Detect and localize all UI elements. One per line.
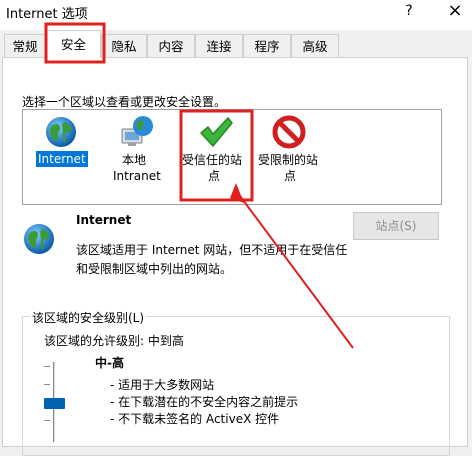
- sites-button[interactable]: 站点(S): [353, 212, 439, 240]
- level-bullet: - 适用于大多数网站: [110, 378, 215, 392]
- level-bullet: - 在下载潜在的不安全内容之前提示: [110, 395, 299, 409]
- green-check-icon: [198, 115, 234, 152]
- zone-label-intranet-line1: 本地: [122, 153, 147, 167]
- selected-zone-globe-icon: [22, 222, 56, 259]
- zone-instruction: 选择一个区域以查看或更改安全设置。: [22, 95, 227, 109]
- globe-icon: [44, 115, 78, 152]
- tab-content[interactable]: 内容: [147, 34, 195, 57]
- zone-label-trusted-line1: 受信任的站: [182, 153, 243, 167]
- red-no-entry-icon: [272, 115, 306, 152]
- tab-general[interactable]: 常规: [4, 34, 46, 57]
- zone-restricted-sites[interactable]: 受限制的站 点: [256, 115, 326, 185]
- zone-local-intranet[interactable]: 本地 Intranet: [108, 115, 168, 185]
- zone-label-restricted-line2: 点: [284, 169, 297, 183]
- close-button[interactable]: ×: [440, 0, 470, 24]
- intranet-globe-icon: [120, 115, 156, 152]
- allowed-levels-text: 该区域的允许级别: 中到高: [44, 334, 184, 348]
- tab-privacy[interactable]: 隐私: [101, 34, 147, 57]
- zone-label-trusted-line2: 点: [208, 169, 221, 183]
- slider-tick: [44, 420, 50, 421]
- security-level-slider-thumb[interactable]: [44, 398, 65, 409]
- zone-label-restricted-line1: 受限制的站: [258, 153, 319, 167]
- zone-internet[interactable]: Internet: [30, 115, 96, 175]
- selected-zone-name: Internet: [76, 213, 132, 227]
- zone-description-line2: 和受限制区域中列出的网站。: [76, 262, 233, 276]
- title-bar: Internet 选项 ? ×: [0, 0, 472, 30]
- level-bullet: - 不下载未签名的 ActiveX 控件: [110, 412, 280, 426]
- tab-security[interactable]: 安全: [46, 30, 101, 58]
- tab-programs[interactable]: 程序: [243, 34, 291, 57]
- zone-trusted-sites[interactable]: 受信任的站 点: [182, 115, 250, 185]
- slider-tick: [44, 366, 50, 367]
- tab-connections[interactable]: 连接: [195, 34, 243, 57]
- slider-tick: [44, 384, 50, 385]
- zone-description-line1: 该区域适用于 Internet 网站，但不适用于在受信任: [76, 243, 348, 257]
- security-level-name: 中-高: [95, 356, 124, 370]
- zone-label-intranet-line2: Intranet: [113, 169, 161, 183]
- tab-advanced[interactable]: 高级: [291, 34, 339, 57]
- security-level-group-title: 该区域的安全级别(L): [30, 309, 147, 326]
- help-button[interactable]: ?: [396, 0, 422, 24]
- zone-label-internet: Internet: [36, 151, 88, 167]
- window-title: Internet 选项: [6, 7, 88, 22]
